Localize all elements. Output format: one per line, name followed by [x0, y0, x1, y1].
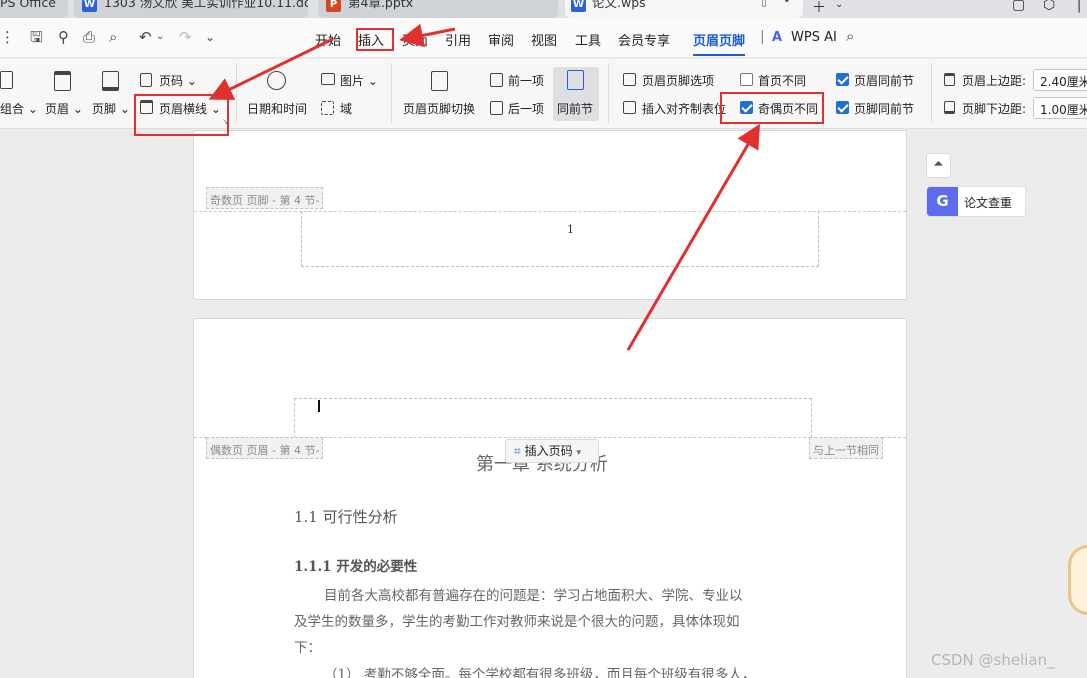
arrow-to-insert — [399, 23, 456, 48]
watermark: CSDN @shelian_ — [931, 651, 1055, 669]
arrow-to-header-line — [208, 37, 334, 100]
arrow-to-odd-even — [626, 123, 761, 351]
annotation-arrows — [208, 23, 761, 351]
